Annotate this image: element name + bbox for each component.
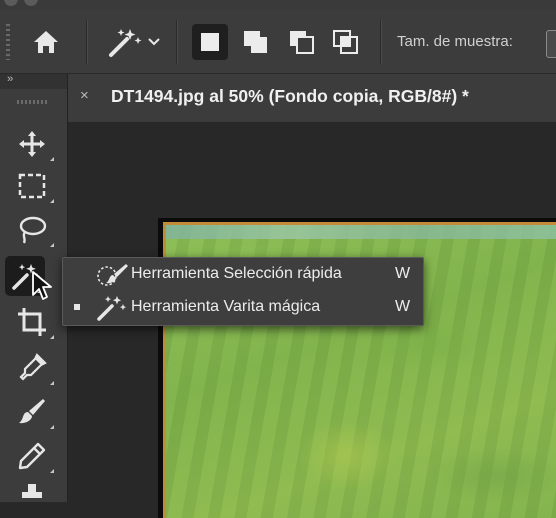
brush-icon	[19, 399, 45, 424]
eyedropper-tool[interactable]	[6, 348, 58, 388]
sample-size-select[interactable]	[546, 30, 556, 58]
pencil-tool[interactable]	[6, 436, 58, 476]
document-tab[interactable]: × DT1494.jpg al 50% (Fondo copia, RGB/8#…	[68, 74, 556, 122]
eyedropper-icon	[19, 353, 47, 381]
menu-item-shortcut: W	[395, 265, 411, 282]
menu-item-shortcut: W	[395, 298, 411, 315]
lasso-tool[interactable]	[6, 210, 58, 250]
magic-wand-icon	[109, 29, 142, 57]
tool-preset-picker[interactable]	[100, 24, 166, 60]
marquee-tool[interactable]	[6, 166, 58, 206]
new-selection-button[interactable]	[192, 24, 228, 60]
add-selection-icon	[244, 31, 267, 53]
mouse-cursor-icon	[32, 271, 52, 300]
tool-flyout-menu: Herramienta Selección rápida W Herramien…	[62, 257, 424, 326]
move-tool[interactable]	[6, 124, 58, 164]
tools-panel-header: ››	[0, 73, 67, 89]
new-selection-icon	[201, 33, 219, 51]
window-title-strip	[0, 0, 556, 10]
document-tab-bar: × DT1494.jpg al 50% (Fondo copia, RGB/8#…	[68, 74, 556, 122]
quick-selection-icon	[97, 264, 128, 286]
crop-icon	[18, 308, 46, 336]
selected-bullet-icon	[74, 304, 80, 310]
separator	[86, 20, 87, 64]
chevron-down-icon	[148, 38, 160, 46]
clone-stamp-tool[interactable]	[6, 478, 58, 502]
sample-size-label: Tam. de muestra:	[397, 33, 513, 50]
move-icon	[19, 131, 45, 157]
brush-tool[interactable]	[6, 392, 58, 432]
magic-wand-icon	[97, 296, 127, 321]
stamp-icon	[22, 484, 42, 498]
marquee-icon	[18, 173, 46, 199]
menu-item-magic-wand[interactable]: Herramienta Varita mágica W	[63, 292, 423, 324]
home-button[interactable]	[26, 26, 66, 58]
options-bar: Tam. de muestra:	[0, 10, 556, 74]
menu-item-label: Herramienta Selección rápida	[131, 265, 342, 282]
separator	[176, 20, 177, 64]
intersect-selection-button[interactable]	[328, 24, 364, 60]
collapse-panel-icon[interactable]: ››	[7, 73, 13, 85]
home-icon	[34, 31, 58, 53]
menu-item-quick-selection[interactable]: Herramienta Selección rápida W	[63, 259, 423, 291]
tools-panel-grip[interactable]	[17, 100, 47, 104]
pencil-icon	[18, 442, 46, 470]
options-bar-grip[interactable]	[6, 24, 10, 60]
close-tab-icon[interactable]: ×	[80, 87, 89, 104]
menu-item-label: Herramienta Varita mágica	[131, 298, 321, 315]
intersect-selection-icon	[333, 30, 358, 54]
subtract-selection-icon	[290, 31, 314, 54]
add-to-selection-button[interactable]	[238, 24, 274, 60]
window-control-dot[interactable]	[4, 0, 18, 6]
document-tab-title: DT1494.jpg al 50% (Fondo copia, RGB/8#) …	[111, 86, 469, 106]
lasso-icon	[19, 216, 47, 244]
subtract-from-selection-button[interactable]	[284, 24, 320, 60]
crop-tool[interactable]	[6, 302, 58, 342]
window-control-dot[interactable]	[24, 0, 38, 6]
separator	[380, 20, 381, 64]
